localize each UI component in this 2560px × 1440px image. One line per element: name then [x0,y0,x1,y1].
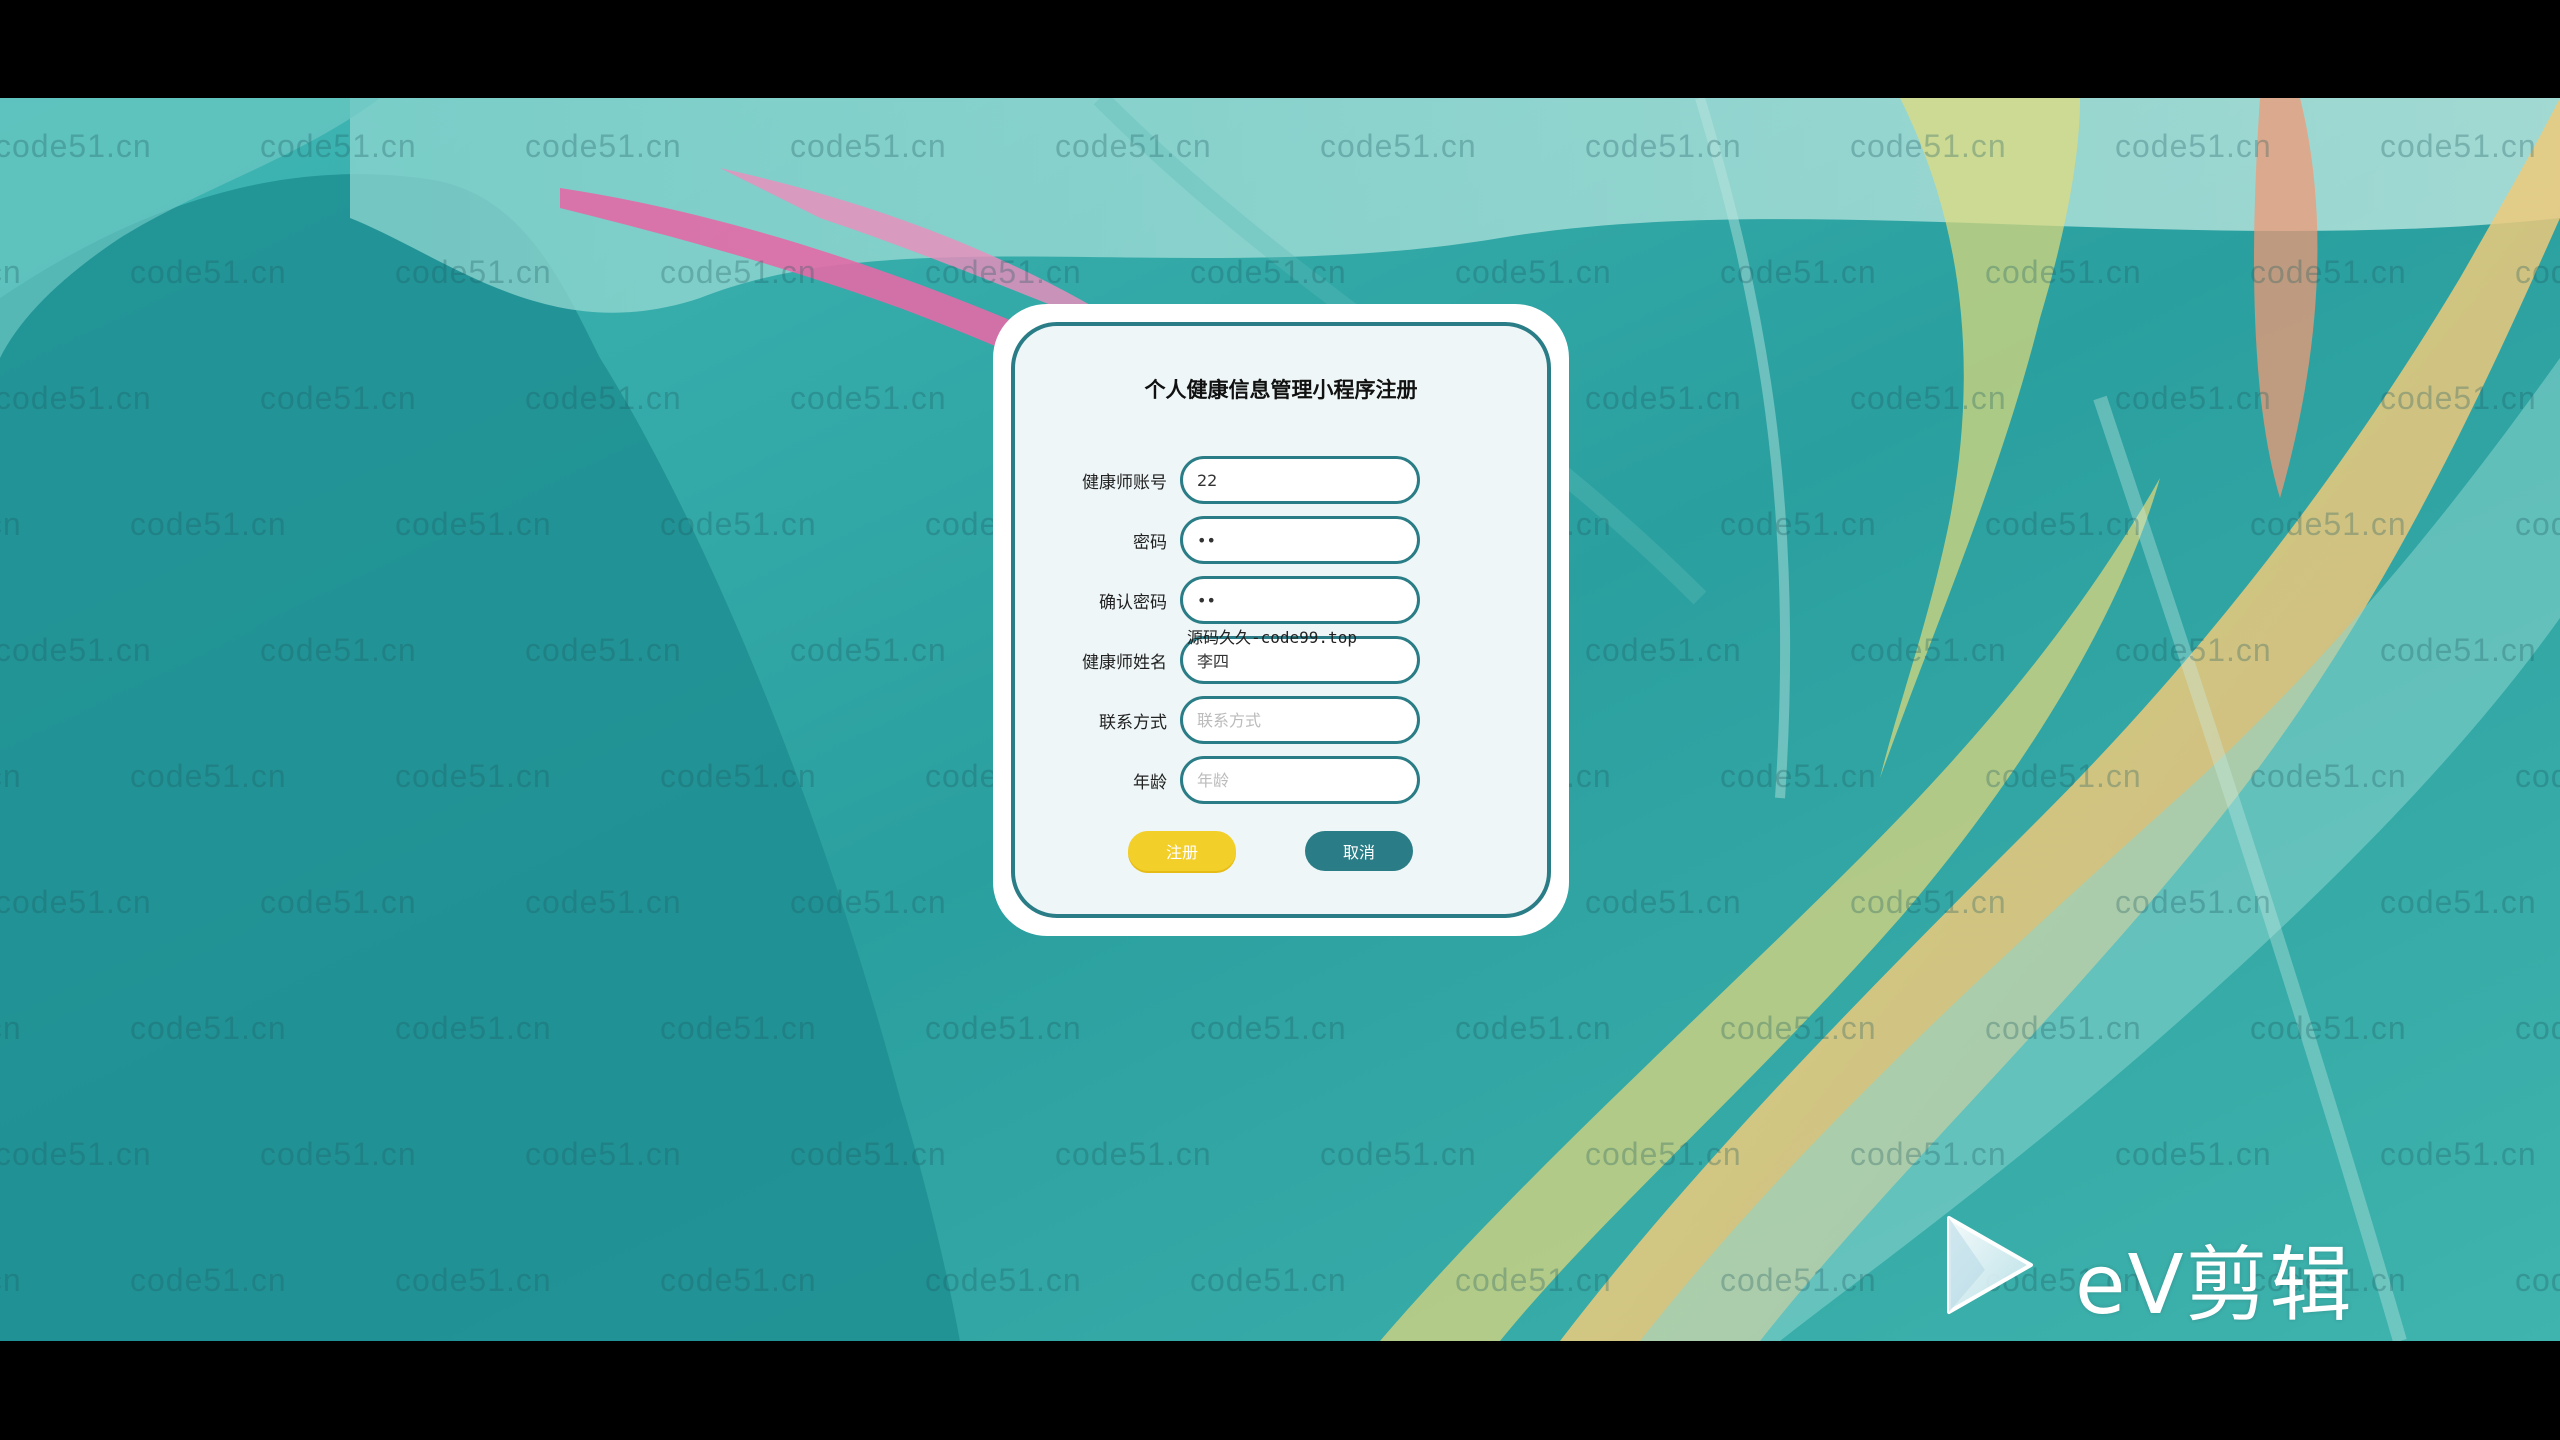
row-age: 年龄 [1015,756,1547,804]
cancel-button[interactable]: 取消 [1305,831,1413,871]
row-contact: 联系方式 [1015,696,1547,744]
form-title: 个人健康信息管理小程序注册 [1144,378,1418,402]
account-label: 健康师账号 [1082,473,1167,493]
video-editor-logo-text: eV剪辑 [2075,1238,2354,1333]
row-password: 密码 [1015,516,1547,564]
contact-label: 联系方式 [1099,713,1167,733]
register-button[interactable]: 注册 [1128,831,1236,871]
confirm-password-input[interactable] [1180,576,1420,624]
age-label: 年龄 [1133,773,1167,793]
letterbox-bottom [0,1341,2560,1440]
register-card: 个人健康信息管理小程序注册 健康师账号 密码 确认密码 健康师姓名 联系方式 年… [993,304,1569,936]
row-account: 健康师账号 [1015,456,1547,504]
video-editor-logo: eV剪辑 [1935,1210,2435,1333]
confirm-password-label: 确认密码 [1099,593,1167,613]
register-card-frame: 个人健康信息管理小程序注册 健康师账号 密码 确认密码 健康师姓名 联系方式 年… [1011,322,1551,918]
play-icon [1947,1216,2033,1314]
overlay-hint-text: 源码久久-code99.top [1187,628,1357,647]
name-label: 健康师姓名 [1082,653,1167,673]
letterbox-top [0,0,2560,98]
age-input[interactable] [1180,756,1420,804]
contact-input[interactable] [1180,696,1420,744]
account-input[interactable] [1180,456,1420,504]
password-label: 密码 [1133,533,1167,553]
row-confirm-password: 确认密码 [1015,576,1547,624]
password-input[interactable] [1180,516,1420,564]
